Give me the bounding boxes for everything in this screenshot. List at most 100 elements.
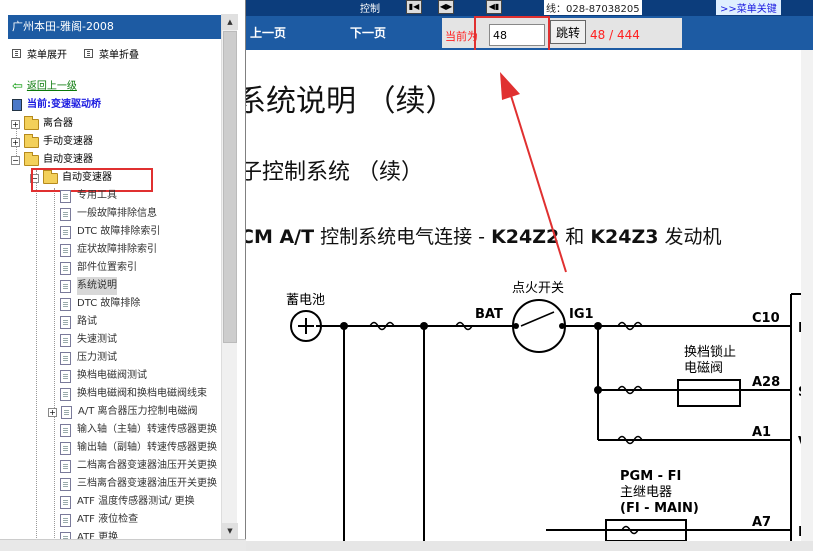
tree-item[interactable]: 部件位置索引 — [60, 259, 137, 277]
tree-folder-clutch[interactable]: + 离合器 — [11, 115, 73, 133]
collapse-minus-icon[interactable]: − — [11, 155, 20, 165]
sidebar-horizontal-scrollbar[interactable] — [0, 539, 246, 551]
tree-item-label: 部件位置索引 — [77, 262, 137, 273]
tree-item[interactable]: 路试 — [60, 313, 97, 331]
tree-item-label: DTC 故障排除 — [77, 298, 141, 309]
document-page-icon — [60, 297, 71, 311]
tree-item[interactable]: 输入轴（主轴）转速传感器更换 — [60, 421, 217, 439]
document-page-icon — [60, 225, 71, 239]
page-count: 48 / 444 — [590, 28, 640, 42]
menu-expand-icon — [12, 49, 21, 58]
tree-item[interactable]: 换档电磁阀测试 — [60, 367, 147, 385]
back-label: 返回上一级 — [26, 81, 77, 92]
tree-item[interactable]: ATF 液位检查 — [60, 511, 138, 529]
document-page-icon — [60, 423, 71, 437]
expand-plus-icon[interactable]: + — [11, 119, 20, 129]
tree-folder-label: 手动变速器 — [43, 136, 93, 147]
scroll-down-arrow-icon[interactable]: ▼ — [222, 523, 238, 539]
document-page-icon — [60, 243, 71, 257]
tree-item[interactable]: 一般故障排除信息 — [60, 205, 157, 223]
document-scrollbar[interactable] — [801, 50, 813, 541]
collapse-all-button[interactable]: 菜单折叠 — [84, 46, 139, 61]
document-page-icon — [60, 333, 71, 347]
expand-plus-icon[interactable]: + — [11, 137, 20, 147]
document-page-icon — [60, 369, 71, 383]
tree-item-label: 三档离合器变速器油压开关更换 — [77, 478, 217, 489]
back-arrow-icon[interactable]: ◀▮ — [486, 0, 502, 14]
tree-item[interactable]: 失速测试 — [60, 331, 117, 349]
document-page-icon — [60, 315, 71, 329]
sidebar-scrollbar[interactable]: ▲ ▼ — [221, 14, 238, 539]
tree-item[interactable]: 输出轴（副轴）转速传感器更换 — [60, 439, 217, 457]
tree-item[interactable]: DTC 故障排除索引 — [60, 223, 160, 241]
label-main-relay: 主继电器 — [620, 485, 672, 500]
tree-item-label: 一般故障排除信息 — [77, 208, 157, 219]
document-page-icon — [60, 351, 71, 365]
scroll-up-arrow-icon[interactable]: ▲ — [222, 14, 238, 30]
folder-open-icon — [24, 151, 39, 166]
tree-item-label: 路试 — [77, 316, 97, 327]
back-link[interactable]: ⇦ 返回上一级 — [12, 78, 77, 96]
computer-icon — [12, 99, 22, 111]
tree-item[interactable]: 压力测试 — [60, 349, 117, 367]
label-battery: 蓄电池 — [286, 293, 325, 308]
banner-text: 控制 — [360, 4, 380, 15]
tree-item-label: DTC 故障排除索引 — [77, 226, 161, 237]
pin-label: A1 — [752, 425, 771, 440]
label-fi-main: (FI - MAIN) — [620, 501, 699, 516]
next-page-link[interactable]: 下一页 — [350, 24, 386, 41]
label-solenoid: 电磁阀 — [684, 361, 723, 376]
jump-button[interactable]: 跳转 — [550, 20, 586, 44]
document-page-icon — [61, 405, 72, 419]
tree-folder-automatic-transmission[interactable]: − 自动变速器 — [11, 151, 93, 169]
document-page-icon — [60, 459, 71, 473]
document-page-icon — [60, 189, 71, 203]
tree-folder-manual-transmission[interactable]: + 手动变速器 — [11, 133, 93, 151]
document-viewer: 控制 ▮◀ ◀▶ ◀▮ 线：028-87038205 >>菜单关键 上一页 下一… — [246, 0, 813, 551]
pin-label: A28 — [752, 375, 780, 390]
expand-all-label: 菜单展开 — [27, 50, 67, 61]
prev-page-link[interactable]: 上一页 — [250, 24, 286, 41]
tree-item[interactable]: DTC 故障排除 — [60, 295, 140, 313]
expand-plus-icon[interactable]: + — [48, 407, 57, 417]
tree-item-label: ATF 液位检查 — [77, 514, 139, 525]
navigation-tree: ⇦ 返回上一级 当前:变速驱动桥 + 离合器 + 手动变速器 − 自动变速器 − — [8, 78, 220, 544]
document-horizontal-scrollbar[interactable] — [246, 541, 813, 551]
current-location: 当前:变速驱动桥 — [12, 96, 101, 114]
tree-item[interactable]: 专用工具 — [60, 187, 117, 205]
pin-label: C10 — [752, 311, 780, 326]
tree-item-label: 二档离合器变速器油压开关更换 — [77, 460, 217, 471]
pin-label: A7 — [752, 515, 771, 530]
document-page-icon — [60, 441, 71, 455]
wiring-diagram: 蓄电池 点火开关 BAT IG1 换档锁止 电磁阀 PGM - FI 主继电器 … — [286, 72, 813, 541]
expand-all-button[interactable]: 菜单展开 — [12, 46, 67, 61]
tree-item[interactable]: ATF 温度传感器测试/ 更换 — [60, 493, 195, 511]
document-page-icon — [60, 261, 71, 275]
tree-item-label: 专用工具 — [77, 190, 117, 201]
tree-item[interactable]: 换档电磁阀和换档电磁阀线束 — [60, 385, 207, 403]
first-page-icon[interactable]: ▮◀ — [406, 0, 422, 14]
sidebar-title: 广州本田-雅阁-2008 — [8, 15, 236, 39]
tree-item[interactable]: 二档离合器变速器油压开关更换 — [60, 457, 217, 475]
tree-item-label: 系统说明 — [77, 277, 117, 295]
document-page-icon — [60, 279, 71, 293]
tree-item[interactable]: + A/T 离合器压力控制电磁阀 — [48, 403, 198, 421]
tree-item[interactable]: 系统说明 — [60, 277, 117, 295]
tree-item-label: 失速测试 — [77, 334, 117, 345]
document-page-icon — [60, 513, 71, 527]
label-shift-lock: 换档锁止 — [684, 344, 736, 360]
tree-item[interactable]: 三档离合器变速器油压开关更换 — [60, 475, 217, 493]
tree-item[interactable]: 症状故障排除索引 — [60, 241, 157, 259]
banner-link[interactable]: >>菜单关键 — [716, 0, 781, 15]
label-bat: BAT — [475, 307, 503, 322]
current-label: 当前:变速驱动桥 — [27, 99, 101, 110]
sidebar-tree-panel: 广州本田-雅阁-2008 菜单展开 菜单折叠 ⇦ 返回上一级 当前:变速驱动桥 … — [0, 0, 246, 551]
tree-item-label: A/T 离合器压力控制电磁阀 — [78, 406, 198, 417]
scroll-thumb[interactable] — [223, 31, 237, 343]
label-ig1: IG1 — [569, 307, 594, 322]
document-page: 系统说明 （续） 子控制系统 （续） CM A/T 控制系统电气连接 - K24… — [246, 50, 813, 541]
tree-folder-label: 离合器 — [43, 118, 73, 129]
document-page-icon — [60, 477, 71, 491]
prev-arrow-icon[interactable]: ◀▶ — [438, 0, 454, 14]
document-page-icon — [60, 387, 71, 401]
